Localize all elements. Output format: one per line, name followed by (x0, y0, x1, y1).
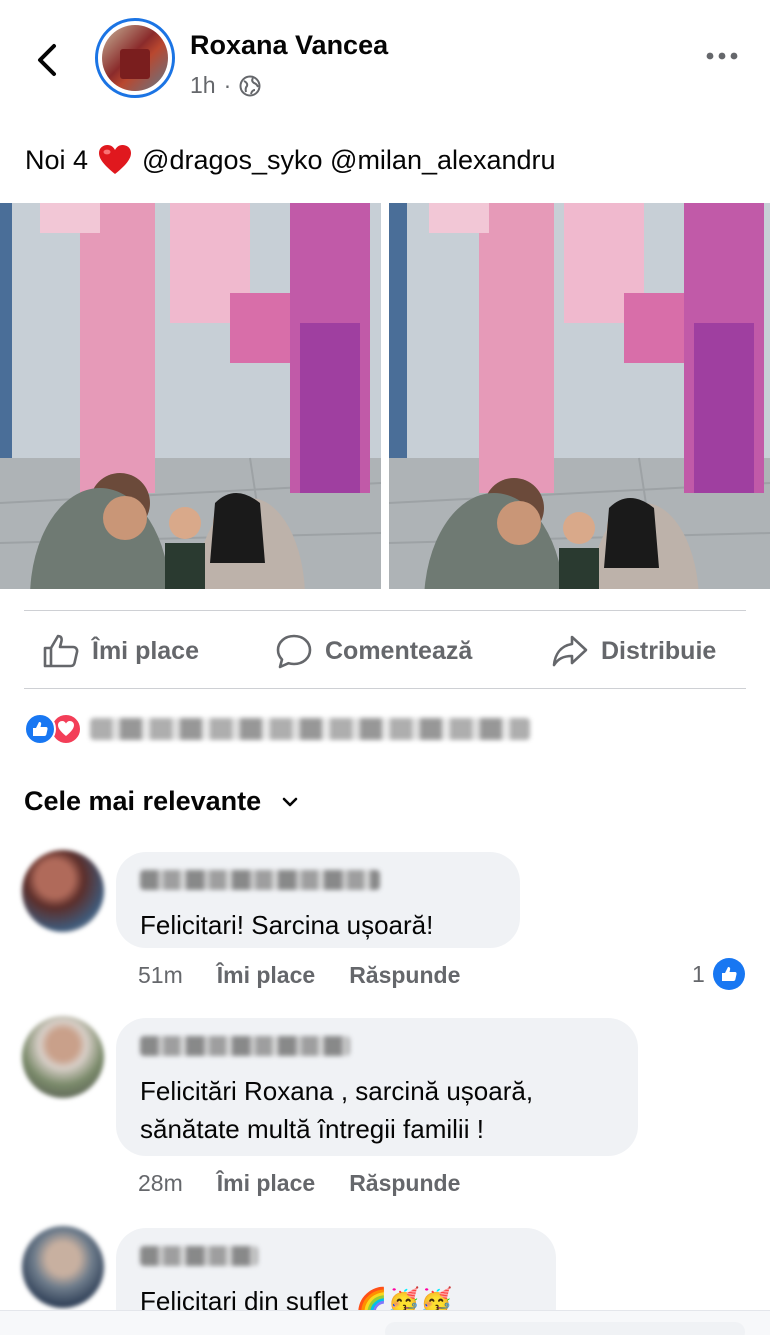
photo-illustration (389, 203, 770, 589)
thumbs-up-icon (43, 634, 79, 668)
author-avatar-image (102, 25, 168, 91)
comment-reaction-count[interactable]: 1 (692, 958, 745, 990)
divider-top (24, 610, 746, 611)
post-action-bar: Îmi place Comentează Distribuie (0, 612, 770, 688)
commenter-name-blurred[interactable] (140, 1036, 350, 1056)
comment-text: Felicitări Roxana , sarcină ușoară, sănă… (140, 1076, 534, 1144)
post-caption: Noi 4 @dragos_syko @milan_alexandru (25, 144, 556, 176)
chevron-down-icon (282, 797, 298, 806)
commenter-avatar[interactable] (22, 850, 104, 932)
red-heart-emoji-icon (99, 145, 132, 174)
post-time[interactable]: 1h (190, 72, 216, 99)
caption-mentions[interactable]: @dragos_syko @milan_alexandru (142, 145, 556, 176)
globe-icon (239, 75, 261, 96)
comment-reply-button[interactable]: Răspunde (349, 962, 460, 989)
back-arrow-icon[interactable] (30, 40, 64, 80)
commenter-avatar[interactable] (22, 1016, 104, 1098)
share-arrow-icon (552, 635, 588, 667)
like-reaction-icon (712, 958, 745, 990)
comment-bubble-icon (276, 634, 312, 669)
comment-like-button[interactable]: Îmi place (217, 962, 315, 989)
meta-separator: · (223, 72, 232, 98)
comment-reply-button[interactable]: Răspunde (349, 1170, 460, 1197)
like-label: Îmi place (92, 636, 199, 665)
comment-input[interactable] (385, 1322, 745, 1335)
divider-bottom (24, 688, 746, 689)
author-name[interactable]: Roxana Vancea (190, 30, 388, 61)
reactions-names-blurred (90, 718, 530, 740)
comment-time[interactable]: 51m (138, 962, 183, 989)
reactions-summary[interactable] (24, 712, 530, 746)
post-header: Roxana Vancea 1h · (0, 0, 770, 120)
comment-button[interactable]: Comentează (275, 632, 472, 670)
photo-illustration (0, 203, 381, 589)
comment-label: Comentează (325, 636, 473, 665)
comment-text: Felicitari! Sarcina ușoară! (140, 910, 434, 940)
commenter-avatar[interactable] (22, 1226, 104, 1308)
like-reaction-icon (24, 713, 56, 745)
post-photo-1[interactable] (0, 203, 381, 589)
post-meta: 1h · (190, 72, 261, 99)
comment-sort-dropdown[interactable]: Cele mai relevante (24, 786, 301, 817)
post-photo-2[interactable] (389, 203, 770, 589)
comment-actions: 51m Îmi place Răspunde (138, 962, 460, 989)
share-button[interactable]: Distribuie (551, 632, 716, 670)
sort-label: Cele mai relevante (24, 786, 262, 816)
comment-time[interactable]: 28m (138, 1170, 183, 1197)
share-label: Distribuie (601, 636, 717, 665)
caption-text: Noi 4 (25, 144, 89, 175)
author-avatar[interactable] (95, 18, 175, 98)
comment-bubble: Felicitări Roxana , sarcină ușoară, sănă… (116, 1018, 638, 1156)
comment-bubble: Felicitari! Sarcina ușoară! (116, 852, 520, 948)
more-options-icon[interactable] (702, 46, 742, 66)
commenter-name-blurred[interactable] (140, 870, 380, 890)
comment-like-button[interactable]: Îmi place (217, 1170, 315, 1197)
comment-actions: 28m Îmi place Răspunde (138, 1170, 460, 1197)
comment-reaction-number: 1 (692, 960, 705, 987)
like-button[interactable]: Îmi place (42, 632, 199, 670)
commenter-name-blurred[interactable] (140, 1246, 258, 1266)
